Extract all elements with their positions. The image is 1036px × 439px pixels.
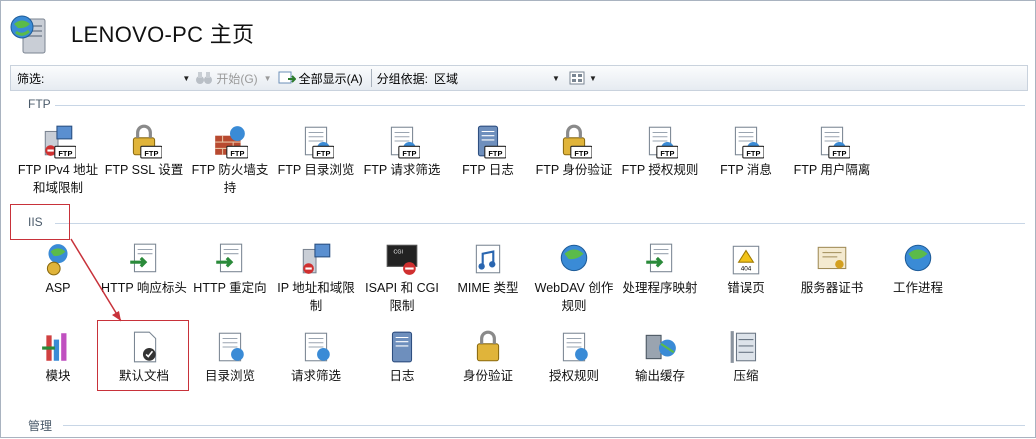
section-divider: [63, 425, 1025, 426]
annotation-arrow: [70, 238, 122, 322]
iis-manager-home-panel: LENOVO-PC 主页 筛选: ▼ 开始(G) ▼ 全部显示(A) 分组依据:…: [0, 0, 1036, 438]
section-title-manage: 管理: [28, 419, 53, 433]
